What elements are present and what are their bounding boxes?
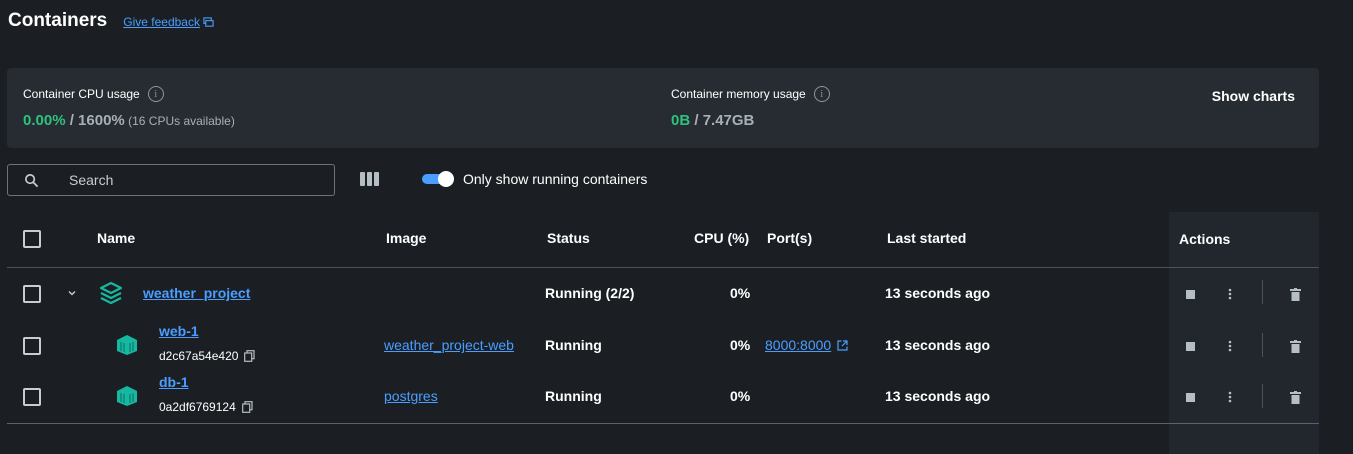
usage-stats-panel: Container CPU usage i 0.00% / 1600% (16 …: [7, 68, 1319, 148]
row-checkbox[interactable]: [23, 388, 41, 406]
header-divider: [7, 267, 1319, 268]
column-header-last-started[interactable]: Last started: [887, 230, 966, 246]
container-name-link[interactable]: web-1: [159, 323, 199, 339]
chevron-down-icon[interactable]: [66, 287, 78, 299]
compose-stack-icon: [99, 281, 123, 305]
column-header-ports[interactable]: Port(s): [767, 230, 812, 246]
cpu-value: 0%: [730, 285, 751, 301]
row-checkbox[interactable]: [23, 285, 41, 303]
table-bottom-divider: [7, 423, 1319, 424]
stop-icon: [1185, 289, 1195, 299]
status-text: Running: [545, 337, 602, 353]
stop-icon: [1185, 392, 1195, 402]
actions-divider: [1262, 333, 1263, 357]
search-input[interactable]: [69, 172, 309, 188]
container-name-link[interactable]: db-1: [159, 374, 189, 390]
container-icon: [117, 386, 137, 406]
cpu-value: 0%: [730, 388, 751, 404]
stop-button[interactable]: [1181, 337, 1199, 355]
container-name-link[interactable]: weather_project: [143, 285, 250, 301]
more-options-button[interactable]: [1221, 285, 1239, 303]
delete-button[interactable]: [1286, 285, 1304, 303]
cpu-value: 0%: [730, 337, 751, 353]
cpu-usage-value: 0.00% / 1600% (16 CPUs available): [23, 112, 235, 129]
column-header-cpu[interactable]: CPU (%): [694, 230, 749, 246]
trash-icon: [1289, 339, 1301, 353]
more-vertical-icon: [1228, 391, 1232, 403]
memory-usage-label: Container memory usage: [671, 87, 806, 101]
status-text: Running (2/2): [545, 285, 635, 301]
more-options-button[interactable]: [1221, 337, 1239, 355]
memory-usage-stat: Container memory usage i 0B / 7.47GB: [671, 86, 830, 129]
container-id: 0a2df6769124: [159, 400, 253, 414]
search-icon: [25, 173, 39, 187]
select-all-checkbox[interactable]: [23, 230, 41, 248]
info-icon[interactable]: i: [813, 86, 830, 102]
show-charts-button[interactable]: Show charts: [1212, 88, 1295, 104]
info-icon[interactable]: i: [147, 86, 164, 102]
container-id: d2c67a54e420: [159, 349, 256, 363]
more-vertical-icon: [1228, 288, 1232, 300]
page-header: Containers Give feedback: [8, 10, 214, 32]
last-started-text: 13 seconds ago: [885, 285, 991, 301]
actions-column-background: [1169, 212, 1319, 454]
more-vertical-icon: [1228, 340, 1232, 352]
row-checkbox[interactable]: [23, 337, 41, 355]
stop-button[interactable]: [1181, 285, 1199, 303]
column-header-image[interactable]: Image: [386, 230, 426, 246]
column-settings-button[interactable]: [360, 172, 382, 188]
cpu-usage-stat: Container CPU usage i 0.00% / 1600% (16 …: [23, 86, 235, 129]
column-header-status[interactable]: Status: [547, 230, 590, 246]
cpu-usage-label: Container CPU usage: [23, 87, 140, 101]
image-link[interactable]: postgres: [384, 388, 438, 404]
last-started-text: 13 seconds ago: [885, 388, 991, 404]
page-title: Containers: [8, 10, 108, 31]
last-started-text: 13 seconds ago: [885, 337, 991, 353]
column-header-actions: Actions: [1179, 231, 1231, 247]
image-link[interactable]: weather_project-web: [384, 337, 514, 353]
copy-icon[interactable]: [241, 401, 253, 413]
stop-button[interactable]: [1181, 388, 1199, 406]
feedback-icon: [203, 16, 214, 27]
memory-usage-value: 0B / 7.47GB: [671, 112, 755, 129]
column-header-name[interactable]: Name: [97, 230, 135, 246]
delete-button[interactable]: [1286, 388, 1304, 406]
copy-icon[interactable]: [244, 350, 256, 362]
actions-divider: [1262, 280, 1263, 304]
give-feedback-label: Give feedback: [123, 15, 200, 29]
search-box[interactable]: [7, 164, 335, 196]
trash-icon: [1289, 287, 1301, 301]
running-only-label: Only show running containers: [463, 171, 648, 187]
delete-button[interactable]: [1286, 337, 1304, 355]
port-link[interactable]: 8000:8000: [765, 337, 848, 353]
status-text: Running: [545, 388, 602, 404]
running-only-toggle[interactable]: [422, 171, 454, 187]
external-link-icon: [837, 339, 848, 351]
actions-divider: [1262, 384, 1263, 408]
container-icon: [117, 335, 137, 355]
stop-icon: [1185, 341, 1195, 351]
more-options-button[interactable]: [1221, 388, 1239, 406]
give-feedback-link[interactable]: Give feedback: [123, 15, 214, 29]
columns-icon: [360, 172, 365, 186]
trash-icon: [1289, 390, 1301, 404]
